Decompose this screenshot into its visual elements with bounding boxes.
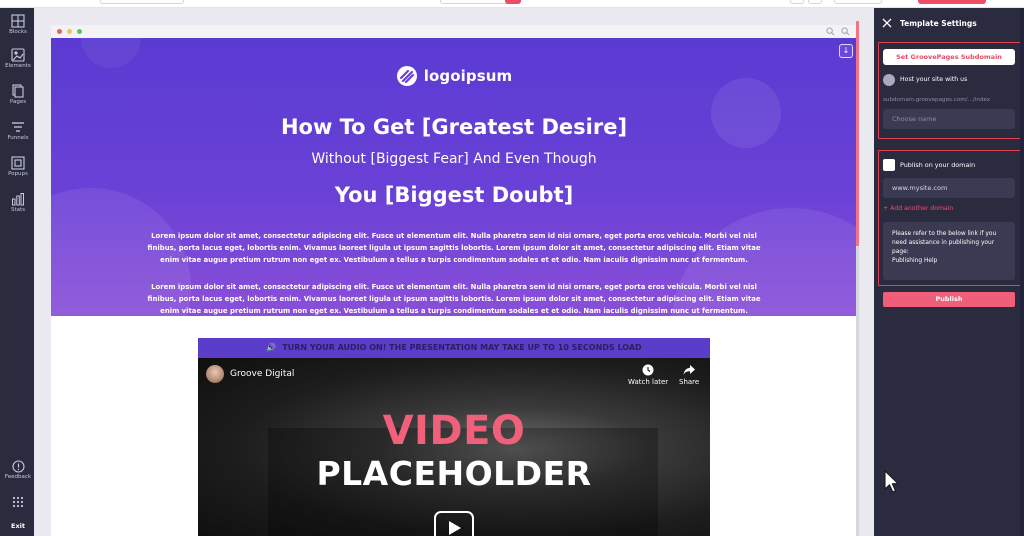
hero-paragraph[interactable]: Lorem ipsum dolor sit amet, consectetur …: [141, 281, 767, 316]
sidebar-label: Popups: [8, 171, 28, 177]
toolbar-publish-button[interactable]: [918, 0, 986, 4]
host-with-us-toggle[interactable]: [883, 74, 895, 86]
set-subdomain-button[interactable]: Set GroovePages Subdomain: [883, 49, 1015, 65]
sidebar-item-blocks[interactable]: Blocks: [2, 14, 34, 35]
zoom-out-icon[interactable]: [826, 27, 835, 36]
feedback-icon: [11, 460, 25, 473]
toolbar-control[interactable]: [808, 0, 822, 4]
left-sidebar: Blocks Elements Pages Funnels Popups Sta…: [2, 8, 34, 536]
sidebar-label: Elements: [5, 63, 31, 69]
video-embed[interactable]: Groove Digital Watch later Share VIDEO P…: [198, 358, 710, 536]
sidebar-label: Feedback: [4, 474, 32, 480]
play-icon: [449, 521, 461, 535]
sidebar-item-stats[interactable]: Stats: [2, 192, 34, 213]
publish-button[interactable]: Publish: [883, 292, 1015, 307]
play-button[interactable]: [434, 511, 474, 536]
window-close-dot[interactable]: [57, 29, 62, 34]
sidebar-label: Blocks: [9, 29, 27, 35]
panel-title: Template Settings: [900, 19, 977, 28]
logo[interactable]: logoipsum: [51, 64, 857, 88]
avatar[interactable]: [206, 365, 224, 383]
pages-icon: [12, 84, 24, 98]
watch-later-label: Watch later: [628, 378, 669, 386]
help-text: Please refer to the below link if you ne…: [892, 231, 997, 255]
toolbar-control[interactable]: [100, 0, 184, 4]
preview-window-bar: [51, 25, 857, 38]
exit-button[interactable]: Exit: [2, 522, 34, 530]
hero-section[interactable]: ↓ logoipsum How To Get [Greatest Desire]…: [51, 38, 857, 316]
popups-icon: [11, 156, 25, 170]
funnels-icon: [12, 122, 24, 132]
section-move-down-button[interactable]: ↓: [839, 44, 853, 58]
sidebar-label: Pages: [9, 99, 27, 105]
stats-icon: [12, 193, 24, 206]
grid-icon: [12, 496, 24, 508]
sidebar-item-funnels[interactable]: Funnels: [2, 120, 34, 141]
share-label: Share: [679, 378, 700, 386]
publish-on-domain-label: Publish on your domain: [900, 161, 976, 169]
blocks-icon: [11, 14, 25, 28]
channel-name[interactable]: Groove Digital: [230, 369, 294, 379]
publishing-help-box: Please refer to the below link if you ne…: [883, 222, 1015, 280]
audio-notice-banner[interactable]: 🔊 TURN YOUR AUDIO ON! THE PRESENTATION MA…: [198, 338, 710, 358]
video-title-line-2: PLACEHOLDER: [316, 454, 592, 493]
app-window: Blocks Elements Pages Funnels Popups Sta…: [0, 0, 1024, 536]
sidebar-label: Funnels: [7, 135, 29, 141]
share-icon: [683, 365, 696, 375]
share-button[interactable]: Share: [679, 364, 699, 386]
zoom-in-icon[interactable]: [841, 27, 850, 36]
window-maximize-dot[interactable]: [77, 29, 82, 34]
hero-headline-secondary[interactable]: You [Biggest Doubt]: [51, 183, 857, 207]
sidebar-item-feedback[interactable]: Feedback: [2, 460, 34, 480]
domain-input[interactable]: www.mysite.com: [883, 178, 1015, 198]
elements-icon: [11, 48, 25, 62]
canvas-scrollbar-thumb[interactable]: [856, 21, 859, 246]
watch-later-button[interactable]: Watch later: [628, 364, 668, 386]
speaker-icon: 🔊: [266, 343, 277, 352]
audio-notice-text: TURN YOUR AUDIO ON! THE PRESENTATION MAY…: [282, 343, 642, 352]
page-preview-frame: ↓ logoipsum How To Get [Greatest Desire]…: [51, 25, 857, 536]
toolbar-control[interactable]: [834, 0, 882, 4]
template-settings-panel: Template Settings Set GroovePages Subdom…: [874, 8, 1024, 536]
hero-paragraph[interactable]: Lorem ipsum dolor sit amet, consectetur …: [141, 230, 767, 266]
toolbar-control[interactable]: [790, 0, 804, 4]
logo-icon: [396, 66, 417, 86]
mouse-cursor-icon: [884, 470, 899, 493]
sidebar-item-popups[interactable]: Popups: [2, 156, 34, 177]
close-icon[interactable]: [882, 18, 892, 28]
publishing-help-link[interactable]: Publishing Help: [892, 257, 1006, 266]
panel-scrollbar[interactable]: [1020, 8, 1024, 536]
video-title-line-1: VIDEO: [382, 408, 526, 454]
hero-subheadline[interactable]: Without [Biggest Fear] And Even Though: [51, 151, 857, 167]
apps-grid-button[interactable]: [2, 496, 34, 508]
hero-headline[interactable]: How To Get [Greatest Desire]: [51, 115, 857, 139]
subdomain-url-preview: subdomain.groovepages.com/.../index: [883, 97, 991, 103]
sidebar-label: Stats: [10, 207, 26, 213]
sidebar-item-elements[interactable]: Elements: [2, 48, 34, 69]
toolbar-badge[interactable]: [505, 0, 521, 4]
add-another-domain-link[interactable]: + Add another domain: [883, 205, 953, 212]
host-with-us-label: Host your site with us: [900, 76, 968, 83]
logo-text: logoipsum: [423, 67, 513, 85]
window-minimize-dot[interactable]: [67, 29, 72, 34]
publish-on-domain-checkbox[interactable]: [883, 159, 895, 171]
top-toolbar: [0, 0, 1024, 8]
subdomain-name-input[interactable]: Choose name: [883, 109, 1015, 129]
sidebar-item-pages[interactable]: Pages: [2, 84, 34, 105]
clock-icon: [642, 364, 654, 376]
editor-canvas: ↓ logoipsum How To Get [Greatest Desire]…: [34, 8, 874, 536]
